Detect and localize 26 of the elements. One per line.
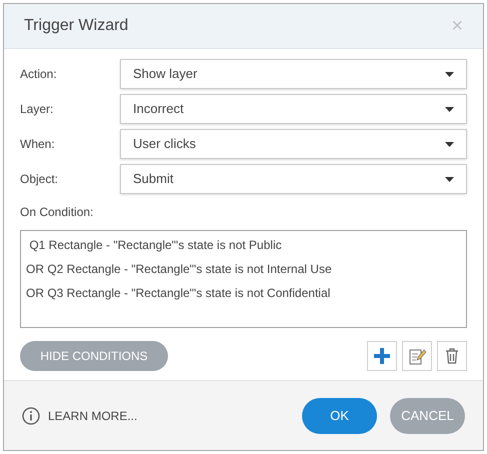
condition-item[interactable]: Q1 Rectangle - "Rectangle"'s state is not Public xyxy=(26,236,461,254)
condition-item[interactable]: OR Q3 Rectangle - "Rectangle"'s state is not Confidential xyxy=(26,284,461,302)
dropdown[interactable]: User clicks xyxy=(120,129,467,159)
field-label: When: xyxy=(20,136,56,153)
delete-button[interactable] xyxy=(437,341,467,371)
edit-button[interactable] xyxy=(402,341,432,371)
dropdown[interactable]: Incorrect xyxy=(120,94,467,124)
dropdown[interactable]: Show layer xyxy=(120,59,467,89)
window-title: Trigger Wizard xyxy=(24,16,128,36)
edit-icon xyxy=(408,348,426,364)
conditions-label: On Condition: xyxy=(20,204,94,221)
learn-more-link[interactable]: LEARN MORE... xyxy=(22,406,138,424)
caret-icon xyxy=(445,176,454,182)
caret-icon xyxy=(445,142,454,146)
field-label: Layer: xyxy=(20,101,54,118)
dropdown[interactable]: Submit xyxy=(120,164,467,194)
caret-icon xyxy=(445,106,454,112)
info-icon xyxy=(22,406,40,424)
plus-icon xyxy=(374,348,390,364)
caret-icon xyxy=(445,72,454,76)
condition-item[interactable]: OR Q2 Rectangle - "Rectangle"'s state is not Internal Use xyxy=(26,260,461,278)
trash-icon xyxy=(445,348,459,364)
field-label: Action: xyxy=(20,66,58,83)
field-label: Object: xyxy=(20,171,60,188)
ok-button[interactable]: OK xyxy=(302,398,377,434)
add-button[interactable] xyxy=(367,341,397,371)
